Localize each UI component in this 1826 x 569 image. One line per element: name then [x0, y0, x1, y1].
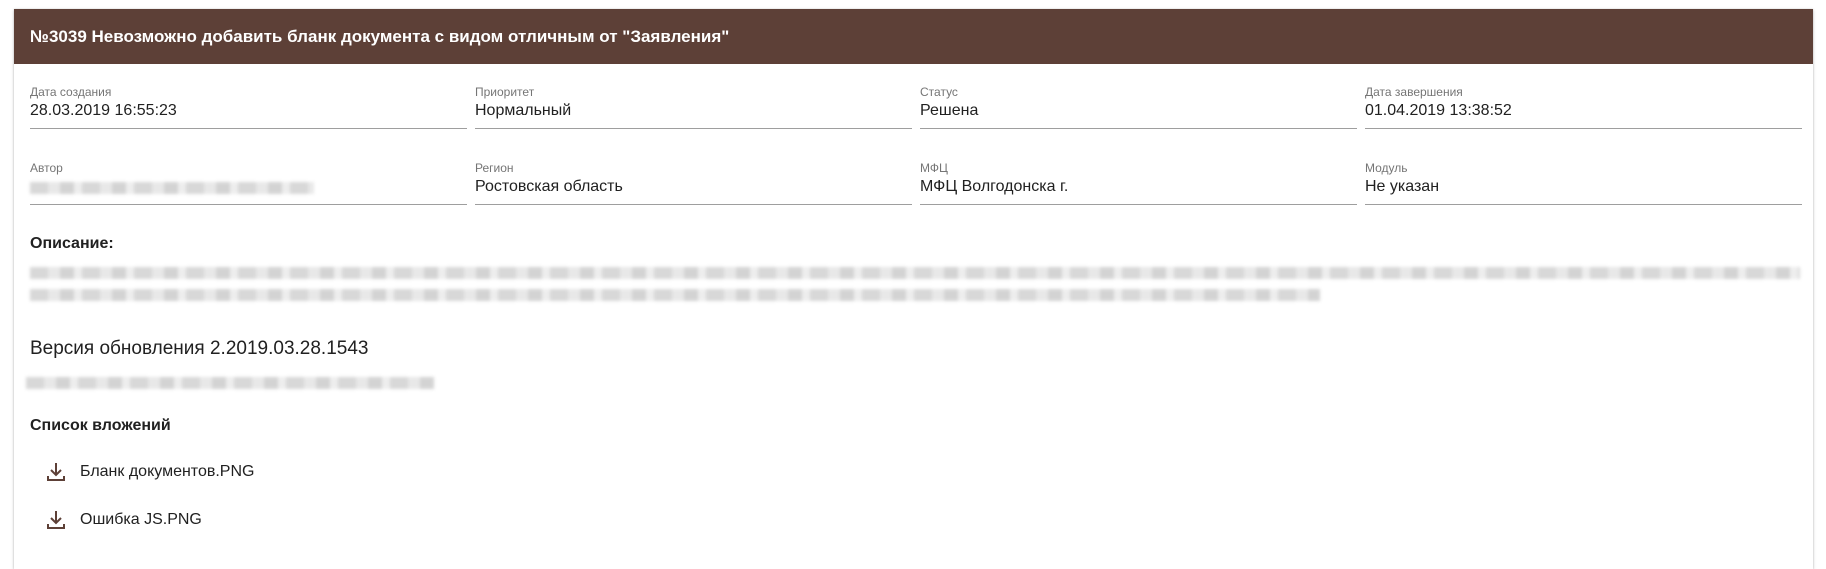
field-value: 28.03.2019 16:55:23: [30, 102, 177, 119]
field-value: Ростовская область: [475, 178, 623, 195]
fields-row-1: Дата создания 28.03.2019 16:55:23 Приори…: [14, 64, 1813, 140]
field-value: Нормальный: [475, 102, 572, 119]
author-redacted: [30, 181, 314, 199]
priority-field: Приоритет Нормальный: [475, 64, 912, 140]
completed-date-field: Дата завершения 01.04.2019 13:38:52: [1365, 64, 1802, 140]
field-label: Статус: [920, 85, 958, 99]
description-title: Описание:: [30, 235, 114, 252]
field-underline: [30, 128, 467, 129]
attachment-name[interactable]: Ошибка JS.PNG: [80, 511, 202, 529]
issue-title: №3039 Невозможно добавить бланк документ…: [14, 9, 1813, 64]
download-icon[interactable]: [44, 508, 68, 532]
field-underline: [920, 128, 1357, 129]
field-label: Приоритет: [475, 85, 535, 99]
attachment-item[interactable]: Ошибка JS.PNG: [44, 508, 202, 532]
field-underline: [475, 128, 912, 129]
field-value: Не указан: [1365, 178, 1440, 195]
field-underline: [30, 204, 467, 205]
mfc-field: МФЦ МФЦ Волгодонска г.: [920, 140, 1357, 216]
field-label: Дата завершения: [1365, 85, 1463, 99]
field-label: Регион: [475, 161, 514, 175]
issue-card: №3039 Невозможно добавить бланк документ…: [14, 9, 1813, 569]
field-underline: [920, 204, 1357, 205]
author-field: Автор: [30, 140, 467, 216]
download-icon[interactable]: [44, 460, 68, 484]
attachment-name[interactable]: Бланк документов.PNG: [80, 463, 254, 481]
field-underline: [1365, 128, 1802, 129]
update-version: Версия обновления 2.2019.03.28.1543: [30, 338, 369, 359]
created-date-field: Дата создания 28.03.2019 16:55:23: [30, 64, 467, 140]
field-label: Модуль: [1365, 161, 1408, 175]
field-value: Решена: [920, 102, 979, 119]
field-label: МФЦ: [920, 161, 948, 175]
description-redacted: [24, 259, 1804, 319]
field-label: Дата создания: [30, 85, 112, 99]
version-note-redacted: [26, 377, 434, 389]
field-underline: [475, 204, 912, 205]
field-underline: [1365, 204, 1802, 205]
module-field: Модуль Не указан: [1365, 140, 1802, 216]
region-field: Регион Ростовская область: [475, 140, 912, 216]
attachments-title: Список вложений: [30, 417, 171, 434]
field-value: МФЦ Волгодонска г.: [920, 178, 1069, 195]
attachment-item[interactable]: Бланк документов.PNG: [44, 460, 254, 484]
field-label: Автор: [30, 161, 63, 175]
status-field: Статус Решена: [920, 64, 1357, 140]
field-value: 01.04.2019 13:38:52: [1365, 102, 1512, 119]
fields-row-2: Автор Регион Ростовская область МФЦ МФЦ …: [14, 140, 1813, 216]
